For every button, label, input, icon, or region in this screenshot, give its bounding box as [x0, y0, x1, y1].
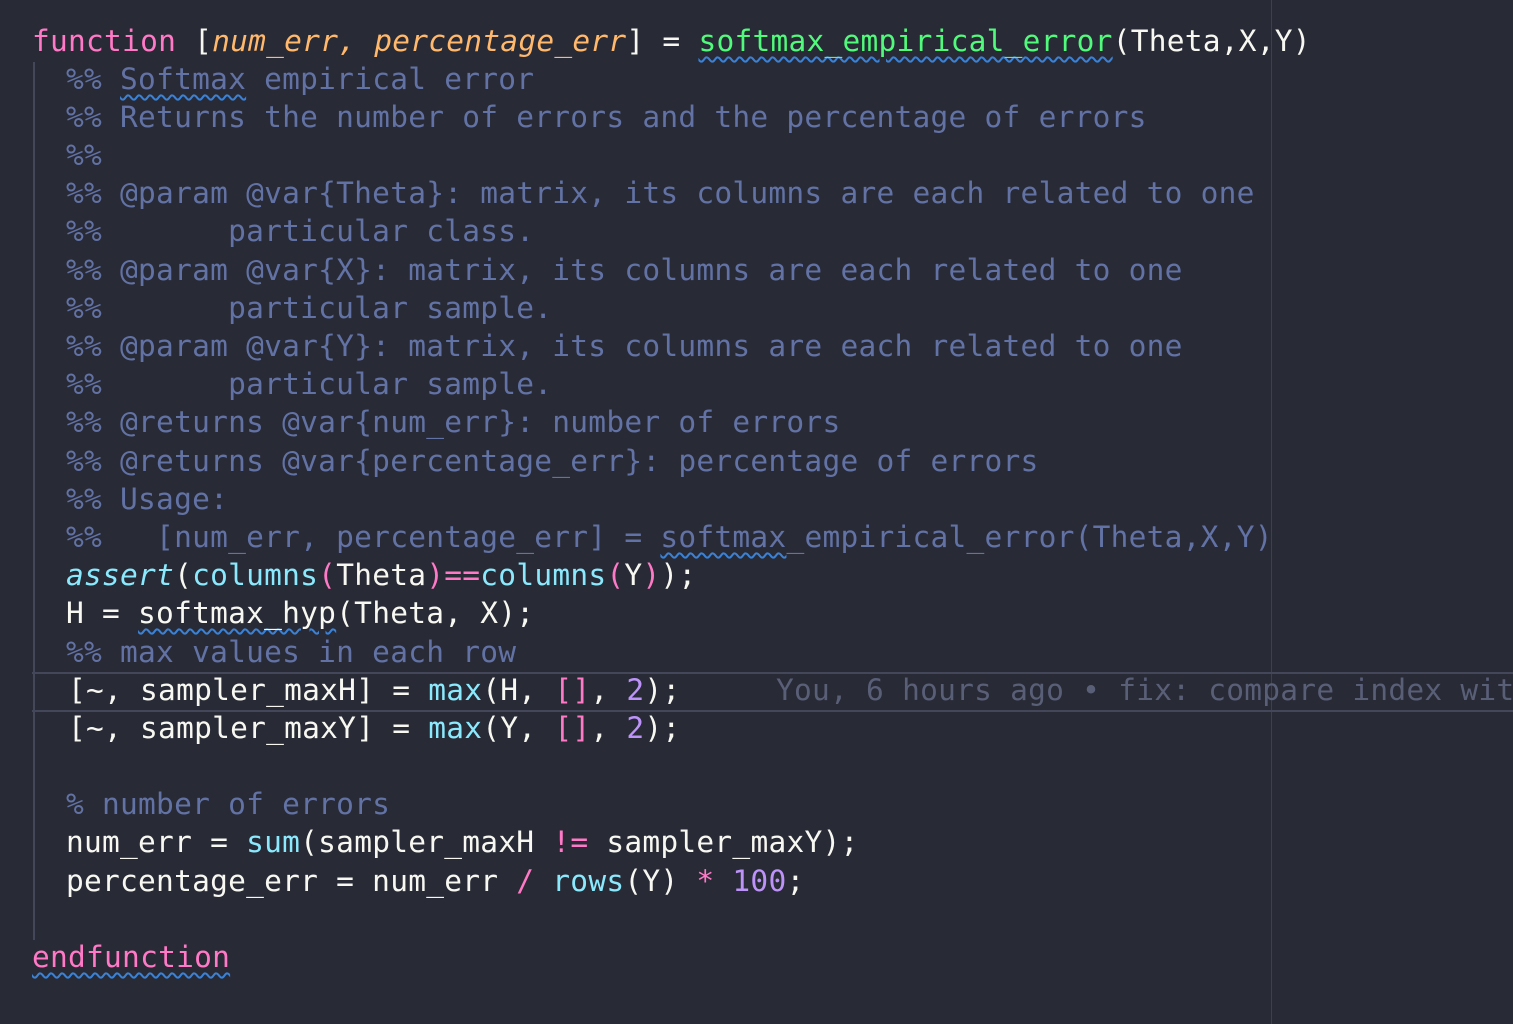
- comment-line[interactable]: %% max values in each row: [66, 633, 516, 671]
- sum-call: sum: [246, 825, 301, 859]
- assignment-lhs: H =: [66, 596, 139, 630]
- assignment-lhs: num_err =: [66, 825, 247, 859]
- call-args: (Theta, X);: [336, 596, 535, 630]
- code-editor[interactable]: function [num_err, percentage_err] = sof…: [0, 0, 1513, 1024]
- comma: ,: [590, 673, 627, 707]
- code-line-assert[interactable]: assert(columns(Theta)==columns(Y));: [66, 556, 696, 594]
- rows-call: rows: [552, 864, 625, 898]
- paren: ): [642, 558, 661, 592]
- statement-end: ;: [786, 864, 805, 898]
- function-args: (Theta,X,Y): [1112, 24, 1311, 58]
- paren: (: [318, 558, 337, 592]
- multiply-operator: *: [696, 864, 715, 898]
- code-line-percentage-err[interactable]: percentage_err = num_err / rows(Y) * 100…: [66, 862, 804, 900]
- call-args: (H,: [482, 673, 555, 707]
- arg-theta: Theta: [336, 558, 427, 592]
- equality-operator: ==: [444, 558, 481, 592]
- output-arg-separator: ,: [338, 24, 375, 58]
- code-line-num-err[interactable]: num_err = sum(sampler_maxH != sampler_ma…: [66, 823, 859, 861]
- number-literal: 2: [626, 673, 645, 707]
- comment-text: %% [num_err, percentage_err] =: [66, 520, 661, 554]
- comment-prefix: %%: [66, 62, 121, 96]
- number-literal: 100: [732, 864, 787, 898]
- comment-line[interactable]: %% @param @var{Y}: matrix, its columns a…: [66, 327, 1183, 365]
- output-arg-percentage-err: percentage_err: [374, 24, 627, 58]
- comment-line[interactable]: %% Softmax empirical error: [66, 60, 534, 98]
- indent-guide: [33, 62, 35, 940]
- number-literal: 2: [626, 711, 645, 745]
- assignment-lhs: [~, sampler_maxH] =: [68, 673, 429, 707]
- output-arg-num-err: num_err: [212, 24, 339, 58]
- comment-line[interactable]: %% particular sample.: [66, 365, 552, 403]
- comment-line[interactable]: %%: [66, 136, 102, 174]
- assignment-lhs: percentage_err = num_err: [66, 864, 517, 898]
- call-args: sampler_maxY);: [588, 825, 859, 859]
- signature-assign: ] =: [626, 24, 699, 58]
- comment-misspelled-word: Softmax: [120, 62, 247, 96]
- comment-line[interactable]: %% @param @var{X}: matrix, its columns a…: [66, 251, 1183, 289]
- statement-end: );: [644, 711, 681, 745]
- softmax-hyp-call: softmax_hyp: [138, 596, 337, 630]
- call-args: (sampler_maxH: [300, 825, 553, 859]
- comment-line[interactable]: %% Usage:: [66, 480, 228, 518]
- not-equal-operator: !=: [552, 825, 589, 859]
- git-blame-annotation[interactable]: You, 6 hours ago • fix: compare index wi…: [776, 671, 1513, 709]
- assignment-lhs: [~, sampler_maxY] =: [68, 711, 429, 745]
- columns-call: columns: [192, 558, 319, 592]
- comment-line[interactable]: %% [num_err, percentage_err] = softmax_e…: [66, 518, 1273, 556]
- statement-end: );: [660, 558, 697, 592]
- arg-y: Y: [624, 558, 643, 592]
- call-args: (Y): [624, 864, 697, 898]
- bracket: [: [194, 24, 213, 58]
- paren: (: [174, 558, 193, 592]
- comment-line[interactable]: %% @returns @var{num_err}: number of err…: [66, 403, 840, 441]
- code-line-h[interactable]: H = softmax_hyp(Theta, X);: [66, 594, 534, 632]
- comment-line[interactable]: %% @returns @var{percentage_err}: percen…: [66, 442, 1039, 480]
- code-line-max-y[interactable]: [~, sampler_maxY] = max(Y, [], 2);: [68, 709, 680, 747]
- code-line-signature[interactable]: function [num_err, percentage_err] = sof…: [32, 22, 1311, 60]
- endfunction-keyword: endfunction: [32, 940, 231, 974]
- comma: ,: [590, 711, 627, 745]
- code-line-max-h[interactable]: [~, sampler_maxH] = max(H, [], 2);: [68, 671, 680, 709]
- code-line-endfunction[interactable]: endfunction: [32, 938, 230, 976]
- assert-call: assert: [66, 558, 175, 592]
- empty-brackets: []: [554, 711, 591, 745]
- comment-text: _empirical_error(Theta,X,Y): [786, 520, 1273, 554]
- comment-line[interactable]: %% @param @var{Theta}: matrix, its colum…: [66, 174, 1255, 212]
- function-keyword: function: [32, 24, 177, 58]
- empty-brackets: []: [554, 673, 591, 707]
- call-args: (Y,: [482, 711, 555, 745]
- paren: ): [426, 558, 445, 592]
- function-name: softmax_empirical_error: [698, 24, 1113, 58]
- statement-end: );: [644, 673, 681, 707]
- comment-line[interactable]: %% Returns the number of errors and the …: [66, 98, 1147, 136]
- comment-misspelled-word: softmax: [660, 520, 787, 554]
- column-ruler: [1271, 0, 1272, 1024]
- comment-text: empirical error: [246, 62, 535, 96]
- divide-operator: /: [516, 864, 535, 898]
- comment-line[interactable]: %% particular sample.: [66, 289, 552, 327]
- max-call: max: [428, 711, 483, 745]
- comment-line[interactable]: % number of errors: [66, 785, 390, 823]
- paren: (: [606, 558, 625, 592]
- comment-line[interactable]: %% particular class.: [66, 212, 534, 250]
- columns-call: columns: [480, 558, 607, 592]
- max-call: max: [428, 673, 483, 707]
